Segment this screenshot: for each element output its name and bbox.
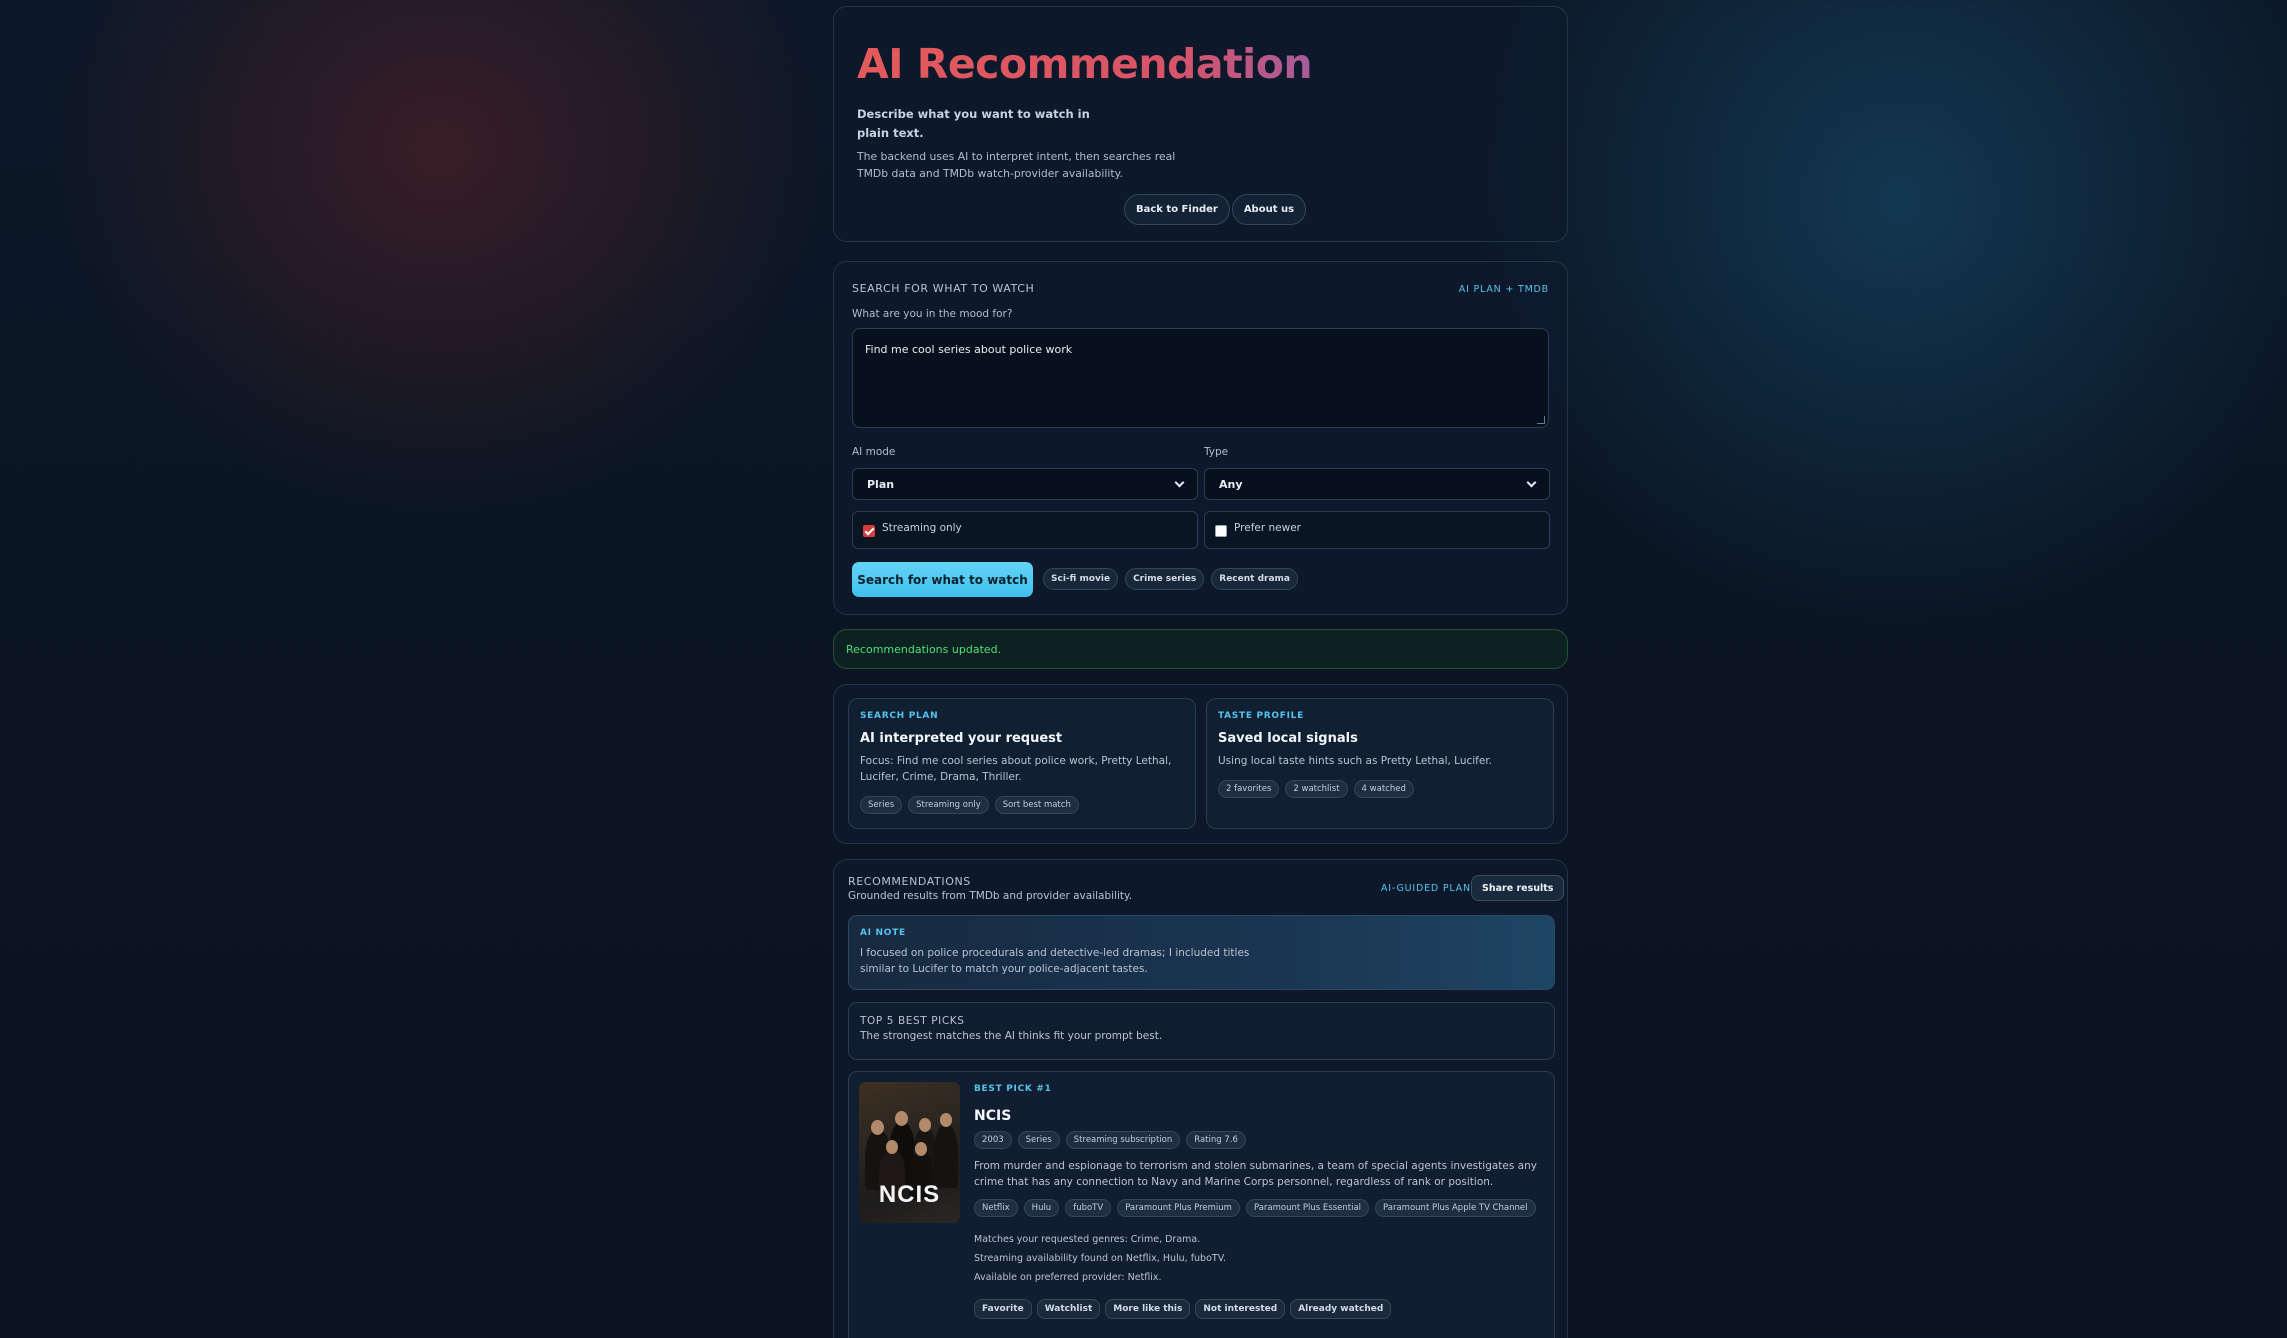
page-title: AI Recommendation bbox=[857, 40, 1313, 88]
reason-item: Streaming availability found on Netflix,… bbox=[974, 1253, 1226, 1264]
search-plan-focus: Focus: Find me cool series about police … bbox=[860, 755, 1172, 783]
prompt-value: Find me cool series about police work bbox=[865, 343, 1073, 356]
tag: 4 watched bbox=[1353, 780, 1414, 798]
ai-mode-select[interactable]: Plan bbox=[852, 468, 1198, 500]
recommendations-title: RECOMMENDATIONS bbox=[848, 875, 971, 888]
hero-nav: Back to Finder About us bbox=[1124, 194, 1307, 225]
hero-panel: AI Recommendation Describe what you want… bbox=[833, 6, 1568, 242]
watchlist-button[interactable]: Watchlist bbox=[1036, 1299, 1101, 1319]
best-pick-card[interactable]: NCIS BEST PICK #1 NCIS 2003 Series Strea… bbox=[848, 1071, 1555, 1338]
resize-handle-icon[interactable] bbox=[1537, 416, 1545, 424]
top-picks-title: TOP 5 BEST PICKS bbox=[860, 1015, 965, 1027]
provider-netflix: Netflix bbox=[974, 1199, 1018, 1217]
hero-description: The backend uses AI to interpret intent,… bbox=[857, 150, 1176, 180]
prefer-newer-checkbox[interactable] bbox=[1215, 525, 1227, 537]
tag: Streaming only bbox=[908, 796, 989, 814]
taste-profile-card: TASTE PROFILE Saved local signals Using … bbox=[1206, 698, 1554, 829]
meta-year: 2003 bbox=[974, 1131, 1012, 1149]
ai-mode-value: Plan bbox=[867, 477, 895, 491]
best-pick-meta: 2003 Series Streaming subscription Ratin… bbox=[974, 1131, 1246, 1149]
taste-profile-tags: 2 favorites 2 watchlist 4 watched bbox=[1218, 780, 1414, 798]
meta-availability: Streaming subscription bbox=[1065, 1131, 1181, 1149]
poster-face bbox=[915, 1142, 927, 1156]
back-to-finder-button[interactable]: Back to Finder bbox=[1124, 194, 1230, 225]
poster-face bbox=[871, 1120, 884, 1135]
provider-tags: Netflix Hulu fuboTV Paramount Plus Premi… bbox=[974, 1199, 1536, 1217]
type-value: Any bbox=[1219, 477, 1243, 491]
more-like-this-button[interactable]: More like this bbox=[1105, 1299, 1191, 1319]
chevron-down-icon bbox=[1174, 477, 1185, 487]
prompt-textarea[interactable]: Find me cool series about police work bbox=[852, 328, 1549, 428]
prefer-newer-label: Prefer newer bbox=[1234, 522, 1301, 534]
preset-sci-fi-movie[interactable]: Sci-fi movie bbox=[1043, 568, 1119, 590]
prompt-label: What are you in the mood for? bbox=[852, 308, 1013, 320]
type-label: Type bbox=[1204, 446, 1229, 458]
preset-crime-series[interactable]: Crime series bbox=[1125, 568, 1205, 590]
provider-fubotv: fuboTV bbox=[1065, 1199, 1112, 1217]
streaming-only-toggle[interactable]: Streaming only bbox=[852, 511, 1198, 549]
prefer-newer-toggle[interactable]: Prefer newer bbox=[1204, 511, 1550, 549]
best-pick-overview: From murder and espionage to terrorism a… bbox=[974, 1160, 1537, 1188]
ai-plan-badge: AI PLAN + TMDB bbox=[1458, 284, 1549, 295]
status-banner: Recommendations updated. bbox=[833, 629, 1568, 669]
status-message: Recommendations updated. bbox=[846, 643, 1002, 656]
type-select[interactable]: Any bbox=[1204, 468, 1550, 500]
about-us-button[interactable]: About us bbox=[1231, 194, 1307, 225]
poster-face bbox=[940, 1113, 952, 1127]
provider-paramount-apple-tv: Paramount Plus Apple TV Channel bbox=[1375, 1199, 1536, 1217]
not-interested-button[interactable]: Not interested bbox=[1195, 1299, 1286, 1319]
top-picks-header: TOP 5 BEST PICKS The strongest matches t… bbox=[848, 1002, 1555, 1060]
best-pick-eyebrow: BEST PICK #1 bbox=[974, 1084, 1052, 1094]
taste-profile-title: Saved local signals bbox=[1218, 731, 1358, 746]
reason-item: Available on preferred provider: Netflix… bbox=[974, 1272, 1162, 1283]
tag: Sort best match bbox=[994, 796, 1079, 814]
recommendations-subtitle: Grounded results from TMDb and provider … bbox=[848, 890, 1133, 902]
tag: 2 favorites bbox=[1218, 780, 1280, 798]
pick-actions: Favorite Watchlist More like this Not in… bbox=[974, 1299, 1392, 1319]
tag: Series bbox=[860, 796, 903, 814]
hero-lead: Describe what you want to watch in plain… bbox=[857, 107, 1090, 140]
already-watched-button[interactable]: Already watched bbox=[1290, 1299, 1392, 1319]
search-submit-button[interactable]: Search for what to watch bbox=[852, 562, 1033, 597]
preset-chips: Sci-fi movie Crime series Recent drama bbox=[1043, 568, 1298, 590]
search-plan-card: SEARCH PLAN AI interpreted your request … bbox=[848, 698, 1196, 829]
favorite-button[interactable]: Favorite bbox=[974, 1299, 1032, 1319]
streaming-only-label: Streaming only bbox=[882, 522, 962, 534]
taste-profile-eyebrow: TASTE PROFILE bbox=[1218, 711, 1304, 721]
chevron-down-icon bbox=[1526, 477, 1537, 487]
plan-panel: SEARCH PLAN AI interpreted your request … bbox=[833, 684, 1568, 844]
provider-hulu: Hulu bbox=[1023, 1199, 1060, 1217]
provider-paramount-essential: Paramount Plus Essential bbox=[1245, 1199, 1370, 1217]
ai-note-text: I focused on police procedurals and dete… bbox=[860, 947, 1250, 975]
provider-paramount-premium: Paramount Plus Premium bbox=[1117, 1199, 1240, 1217]
search-plan-title: AI interpreted your request bbox=[860, 731, 1063, 746]
ai-note-eyebrow: AI NOTE bbox=[860, 928, 906, 938]
ai-note: AI NOTE I focused on police procedurals … bbox=[848, 915, 1555, 990]
poster-face bbox=[886, 1140, 898, 1154]
taste-profile-text: Using local taste hints such as Pretty L… bbox=[1218, 755, 1493, 767]
reason-item: Matches your requested genres: Crime, Dr… bbox=[974, 1234, 1201, 1245]
best-pick-title[interactable]: NCIS bbox=[974, 1108, 1011, 1124]
poster-image[interactable]: NCIS bbox=[859, 1082, 960, 1223]
search-section-title: SEARCH FOR WHAT TO WATCH bbox=[852, 282, 1035, 295]
ai-guided-badge: AI-GUIDED PLAN bbox=[1381, 883, 1471, 894]
search-plan-tags: Series Streaming only Sort best match bbox=[860, 796, 1079, 814]
poster-figure bbox=[934, 1124, 958, 1188]
search-panel: SEARCH FOR WHAT TO WATCH AI PLAN + TMDB … bbox=[833, 261, 1568, 615]
top-picks-subtitle: The strongest matches the AI thinks fit … bbox=[860, 1030, 1163, 1042]
poster-face bbox=[919, 1118, 931, 1132]
preset-recent-drama[interactable]: Recent drama bbox=[1211, 568, 1298, 590]
share-results-button[interactable]: Share results bbox=[1471, 875, 1565, 901]
meta-rating: Rating 7.6 bbox=[1186, 1131, 1246, 1149]
ai-mode-label: AI mode bbox=[852, 446, 896, 458]
meta-type: Series bbox=[1017, 1131, 1060, 1149]
poster-face bbox=[895, 1111, 908, 1126]
search-plan-eyebrow: SEARCH PLAN bbox=[860, 711, 939, 721]
recommendations-panel: RECOMMENDATIONS Grounded results from TM… bbox=[833, 859, 1568, 1338]
poster-logo: NCIS bbox=[878, 1181, 941, 1208]
tag: 2 watchlist bbox=[1285, 780, 1348, 798]
streaming-only-checkbox[interactable] bbox=[863, 525, 875, 537]
